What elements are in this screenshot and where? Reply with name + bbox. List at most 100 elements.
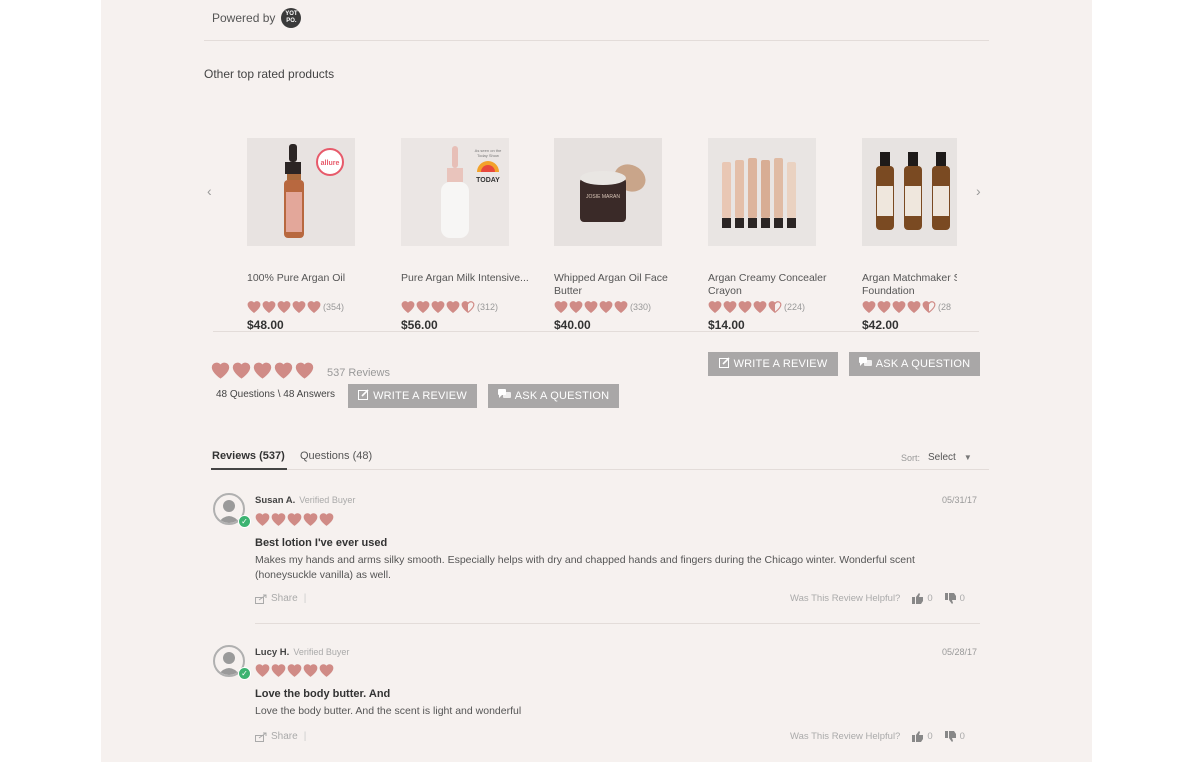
product-image[interactable]: JOSIE MARAN bbox=[554, 138, 662, 246]
questions-answers-count[interactable]: 48 Questions \ 48 Answers bbox=[216, 389, 335, 400]
carousel-prev-button[interactable]: ‹ bbox=[207, 183, 212, 199]
heart-full-icon bbox=[416, 301, 430, 313]
divider bbox=[213, 331, 979, 332]
helpful-label: Was This Review Helpful? bbox=[790, 731, 901, 742]
heart-full-icon bbox=[599, 301, 613, 313]
heart-full-icon bbox=[271, 513, 286, 526]
yotpo-logo[interactable]: YOT PO. bbox=[281, 8, 302, 28]
product-card[interactable]: Argan Matchmaker S Foundation (28 $42.00 bbox=[862, 138, 957, 332]
edit-icon bbox=[718, 357, 730, 371]
verified-buyer-label: Verified Buyer bbox=[293, 647, 350, 657]
heart-full-icon bbox=[247, 301, 261, 313]
heart-full-icon bbox=[277, 301, 291, 313]
product-card[interactable]: JOSIE MARAN Whipped Argan Oil Face Butte… bbox=[554, 138, 694, 332]
thumbs-up-count: 0 bbox=[927, 731, 933, 742]
verified-buyer-label: Verified Buyer bbox=[299, 495, 356, 505]
page: Powered by YOT PO. Other top rated produc… bbox=[101, 0, 1092, 762]
heart-full-icon bbox=[401, 301, 415, 313]
heart-full-icon bbox=[584, 301, 598, 313]
review-divider bbox=[255, 623, 980, 624]
product-name[interactable]: Argan Matchmaker S Foundation bbox=[862, 272, 957, 298]
heart-full-icon bbox=[292, 301, 306, 313]
review-title: Best lotion I've ever used bbox=[255, 537, 388, 549]
product-name[interactable]: Pure Argan Milk Intensive... bbox=[401, 272, 533, 285]
chevron-right-icon: › bbox=[976, 183, 981, 199]
product-card[interactable]: As seen on the Today Show TODAY Pure Arg… bbox=[401, 138, 541, 332]
product-card[interactable]: allure 100% Pure Argan Oil (354) $48.00 bbox=[247, 138, 387, 332]
thumbs-up-button[interactable]: 0 bbox=[912, 593, 933, 604]
product-card[interactable]: Argan Creamy Concealer Crayon (224) $14.… bbox=[708, 138, 848, 332]
reviewer-name: Lucy H. bbox=[255, 647, 290, 658]
thumbs-down-button[interactable]: 0 bbox=[944, 593, 965, 604]
product-rating: (354) bbox=[247, 300, 344, 314]
product-image[interactable] bbox=[708, 138, 816, 246]
white-dropper-image: As seen on the Today Show TODAY bbox=[401, 138, 509, 246]
chat-icon bbox=[858, 357, 872, 371]
share-icon bbox=[255, 732, 267, 742]
heart-full-icon bbox=[723, 301, 737, 313]
ask-question-button-top[interactable]: ASK A QUESTION bbox=[849, 352, 980, 376]
heart-full-icon bbox=[892, 301, 906, 313]
section-title: Other top rated products bbox=[204, 67, 335, 81]
jar-image: JOSIE MARAN bbox=[554, 138, 662, 246]
product-image[interactable]: allure bbox=[247, 138, 355, 246]
heart-full-icon bbox=[431, 301, 445, 313]
active-tab-indicator bbox=[211, 468, 287, 470]
share-icon bbox=[255, 594, 267, 604]
carousel-next-button[interactable]: › bbox=[976, 183, 981, 199]
product-name[interactable]: Whipped Argan Oil Face Butter bbox=[554, 272, 686, 298]
heart-full-icon bbox=[271, 664, 286, 677]
product-price: $14.00 bbox=[708, 318, 745, 332]
product-badge: TODAY bbox=[476, 177, 500, 184]
overall-rating bbox=[211, 361, 316, 380]
product-image[interactable]: As seen on the Today Show TODAY bbox=[401, 138, 509, 246]
write-review-label: WRITE A REVIEW bbox=[733, 358, 828, 370]
thumbs-down-button[interactable]: 0 bbox=[944, 731, 965, 742]
divider bbox=[204, 40, 989, 41]
total-reviews[interactable]: 537 Reviews bbox=[327, 367, 390, 379]
thumbs-up-count: 0 bbox=[927, 593, 933, 604]
tab-reviews[interactable]: Reviews (537) bbox=[212, 450, 285, 462]
ask-question-label: ASK A QUESTION bbox=[514, 390, 610, 402]
thumbs-down-icon bbox=[944, 731, 956, 742]
heart-full-icon bbox=[255, 664, 270, 677]
heart-full-icon bbox=[738, 301, 752, 313]
thumbs-up-button[interactable]: 0 bbox=[912, 731, 933, 742]
product-rating: (28 bbox=[862, 300, 951, 314]
product-name[interactable]: Argan Creamy Concealer Crayon bbox=[708, 272, 840, 298]
svg-text:JOSIE MARAN: JOSIE MARAN bbox=[586, 194, 620, 200]
thumbs-up-icon bbox=[912, 593, 924, 604]
product-name[interactable]: 100% Pure Argan Oil bbox=[247, 272, 379, 285]
heart-full-icon bbox=[446, 301, 460, 313]
heart-full-icon bbox=[569, 301, 583, 313]
product-image[interactable] bbox=[862, 138, 957, 246]
sort-dropdown[interactable]: Sort: Select ▼ bbox=[901, 452, 972, 463]
share-button[interactable]: Share | bbox=[255, 731, 306, 742]
heart-half-icon bbox=[922, 301, 936, 313]
tabs-divider bbox=[211, 469, 989, 470]
heart-full-icon bbox=[287, 513, 302, 526]
product-price: $56.00 bbox=[401, 318, 438, 332]
heart-full-icon bbox=[303, 664, 318, 677]
ask-question-button[interactable]: ASK A QUESTION bbox=[488, 384, 619, 408]
heart-full-icon bbox=[862, 301, 876, 313]
product-review-count: (312) bbox=[477, 302, 499, 312]
tab-questions[interactable]: Questions (48) bbox=[300, 450, 372, 462]
heart-half-icon bbox=[768, 301, 782, 313]
svg-text:allure: allure bbox=[321, 160, 340, 167]
share-label: Share bbox=[271, 731, 298, 742]
write-review-button[interactable]: WRITE A REVIEW bbox=[348, 384, 477, 408]
reviewer-name: Susan A. bbox=[255, 495, 296, 506]
heart-full-icon bbox=[319, 664, 334, 677]
svg-text:Today Show: Today Show bbox=[477, 153, 499, 158]
product-price: $40.00 bbox=[554, 318, 591, 332]
edit-icon bbox=[358, 389, 369, 403]
thumbs-down-icon bbox=[944, 593, 956, 604]
review-body: Makes my hands and arms silky smooth. Es… bbox=[255, 554, 915, 581]
product-carousel: allure 100% Pure Argan Oil (354) $48.00 … bbox=[247, 138, 957, 334]
thumbs-down-count: 0 bbox=[959, 593, 965, 604]
review-body: Love the body butter. And the scent is l… bbox=[255, 705, 522, 717]
share-button[interactable]: Share | bbox=[255, 593, 306, 604]
write-review-button-top[interactable]: WRITE A REVIEW bbox=[708, 352, 838, 376]
chat-icon bbox=[497, 389, 511, 403]
